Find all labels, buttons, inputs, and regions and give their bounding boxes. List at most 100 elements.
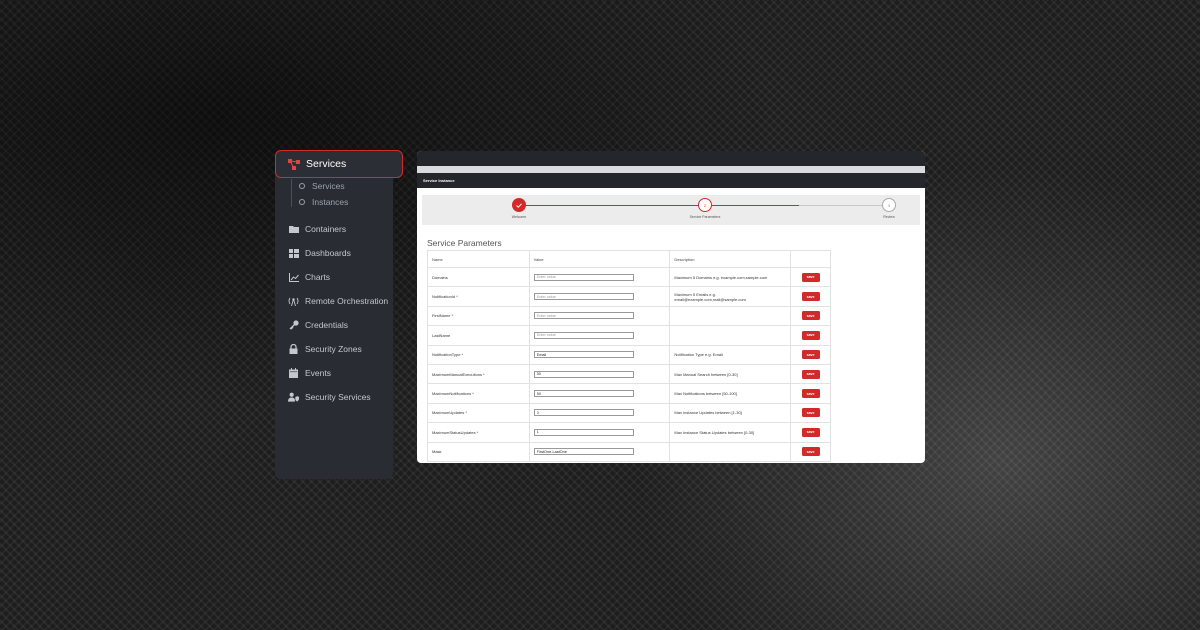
param-description: Max Instance Updates between [1-30] bbox=[669, 402, 792, 424]
param-value-input[interactable] bbox=[533, 273, 634, 281]
save-button[interactable]: save bbox=[801, 447, 820, 457]
param-value-cell bbox=[528, 402, 671, 424]
param-description: Max Instance Status Updates between [0-3… bbox=[669, 422, 792, 443]
param-name: LastName bbox=[427, 325, 530, 346]
wizard-stepper: Welcome 2 Service Parameters 3 Review bbox=[422, 195, 920, 225]
param-action-cell: save bbox=[790, 383, 831, 404]
step-label: Welcome bbox=[511, 215, 527, 219]
sidebar-item-credentials[interactable]: Credentials bbox=[288, 320, 348, 330]
sidebar-item-events[interactable]: Events bbox=[288, 368, 331, 378]
param-value-cell bbox=[528, 286, 671, 307]
sidebar-item-label: Credentials bbox=[305, 320, 348, 330]
sidebar-item-label: Charts bbox=[305, 272, 331, 282]
window-title: Service Instance bbox=[417, 173, 925, 188]
param-action-cell: save bbox=[790, 402, 831, 424]
bullet-icon bbox=[299, 199, 305, 205]
param-value-cell bbox=[528, 383, 671, 404]
param-name: MaximumManualExecutions * bbox=[427, 363, 530, 385]
param-value-cell bbox=[528, 363, 671, 385]
save-button[interactable]: save bbox=[801, 272, 820, 282]
section-title: Service Parameters bbox=[427, 238, 502, 248]
save-button[interactable]: save bbox=[801, 389, 820, 399]
param-value-input[interactable] bbox=[533, 312, 634, 320]
user-shield-icon bbox=[288, 392, 299, 402]
save-button[interactable]: save bbox=[801, 350, 820, 360]
param-value-input[interactable] bbox=[533, 448, 634, 456]
table-header-row: Name Value Description bbox=[427, 250, 831, 268]
param-value-cell bbox=[528, 305, 671, 327]
param-action-cell: save bbox=[790, 266, 831, 288]
table-row: MaximumUpdates * Max Instance Updates bet… bbox=[427, 402, 831, 424]
param-value-input[interactable] bbox=[533, 293, 634, 301]
folder-icon bbox=[288, 225, 299, 233]
param-description: Notification Type e.g. Email bbox=[669, 344, 792, 365]
param-value-input[interactable] bbox=[533, 331, 634, 339]
sidebar-item-charts[interactable]: Charts bbox=[288, 272, 330, 282]
sidebar-subitem-services[interactable]: Services bbox=[299, 181, 345, 191]
stepper-progress-line bbox=[519, 205, 799, 207]
param-value-cell bbox=[528, 441, 671, 462]
param-value-input[interactable] bbox=[533, 351, 634, 359]
line-chart-icon bbox=[288, 272, 299, 282]
param-description: Max Manual Search between [0-30] bbox=[669, 363, 792, 385]
param-value-input[interactable] bbox=[533, 390, 634, 398]
key-icon bbox=[288, 320, 299, 330]
step-review[interactable]: 3 bbox=[882, 198, 896, 212]
step-welcome[interactable] bbox=[512, 198, 526, 212]
column-header-value: Value bbox=[528, 250, 671, 268]
save-button[interactable]: save bbox=[801, 408, 820, 418]
lock-icon bbox=[288, 344, 299, 354]
param-action-cell: save bbox=[790, 344, 831, 365]
table-row: Mask save bbox=[427, 441, 831, 462]
save-button[interactable]: save bbox=[801, 311, 820, 321]
save-button[interactable]: save bbox=[801, 292, 820, 302]
param-action-cell: save bbox=[790, 422, 831, 443]
service-instance-window: Service Instance Welcome 2 Service Param… bbox=[417, 151, 925, 463]
step-label: Service Parameters bbox=[689, 215, 721, 219]
step-label: Review bbox=[883, 215, 895, 219]
calendar-icon bbox=[288, 368, 299, 378]
sidebar-item-label: Security Zones bbox=[305, 344, 362, 354]
table-row: NotificationId * Maximum 5 Emails e.g. em… bbox=[427, 286, 831, 307]
param-value-input[interactable] bbox=[533, 428, 634, 436]
param-name: Mask bbox=[427, 441, 530, 462]
sidebar-item-security-zones[interactable]: Security Zones bbox=[288, 344, 362, 354]
table-row: MaximumManualExecutions * Max Manual Sear… bbox=[427, 363, 831, 385]
save-button[interactable]: save bbox=[801, 427, 820, 437]
save-button[interactable]: save bbox=[801, 369, 820, 379]
sidebar-subitem-label: Instances bbox=[312, 197, 349, 207]
param-description: Max Notifications between [50-100] bbox=[669, 383, 792, 404]
param-name: MaximumNotifications * bbox=[427, 383, 530, 404]
sidebar-item-services[interactable]: Services bbox=[275, 150, 403, 178]
sidebar-subitem-instances[interactable]: Instances bbox=[299, 197, 348, 207]
service-topology-icon bbox=[288, 158, 300, 170]
submenu-line bbox=[291, 179, 292, 207]
param-action-cell: save bbox=[790, 441, 831, 462]
param-value-cell bbox=[528, 344, 671, 365]
table-row: NotificationType * Notification Type e.g.… bbox=[427, 344, 831, 365]
param-description bbox=[669, 305, 792, 327]
sidebar-item-dashboards[interactable]: Dashboards bbox=[288, 248, 351, 258]
antenna-icon bbox=[288, 297, 299, 306]
param-value-cell bbox=[528, 422, 671, 443]
param-description: Maximum 5 Domains e.g. example.com,sampl… bbox=[669, 266, 792, 288]
param-value-cell bbox=[528, 266, 671, 288]
param-name: MaximumStatusUpdates * bbox=[427, 422, 530, 443]
stepper-remaining-line bbox=[799, 205, 886, 207]
param-name: FirstName * bbox=[427, 305, 530, 327]
sidebar-item-label: Events bbox=[305, 368, 331, 378]
table-row: FirstName * save bbox=[427, 305, 831, 327]
param-value-input[interactable] bbox=[533, 409, 634, 417]
sidebar-subitem-label: Services bbox=[312, 181, 345, 191]
step-service-parameters[interactable]: 2 bbox=[698, 198, 712, 212]
save-button[interactable]: save bbox=[801, 330, 820, 340]
sidebar-item-security-services[interactable]: Security Services bbox=[288, 392, 371, 402]
sidebar-item-containers[interactable]: Containers bbox=[288, 224, 346, 234]
sidebar-item-remote-orchestration[interactable]: Remote Orchestration bbox=[288, 296, 388, 306]
param-action-cell: save bbox=[790, 325, 831, 346]
table-row: LastName save bbox=[427, 325, 831, 346]
param-name: NotificationId * bbox=[427, 286, 530, 307]
param-action-cell: save bbox=[790, 363, 831, 385]
param-action-cell: save bbox=[790, 286, 831, 307]
param-value-input[interactable] bbox=[533, 370, 634, 378]
